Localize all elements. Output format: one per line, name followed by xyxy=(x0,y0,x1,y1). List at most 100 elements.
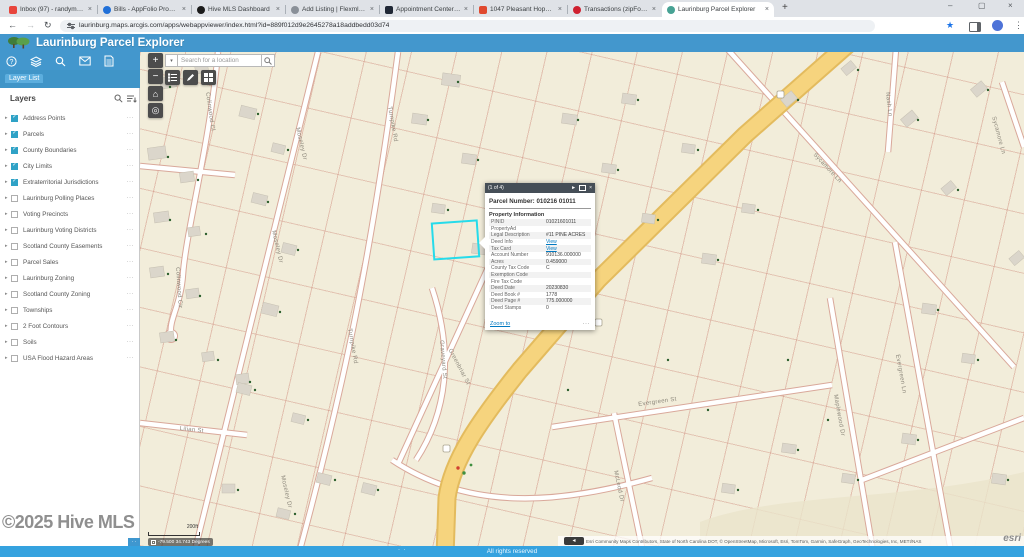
layers-icon[interactable] xyxy=(30,56,42,67)
reload-icon[interactable]: ↻ xyxy=(44,20,52,31)
browser-tab-flexmls[interactable]: Add Listing | Flexmls Web× xyxy=(286,2,379,17)
layer-row-contours[interactable]: ▸✓2 Foot Contours··· xyxy=(0,318,140,334)
forward-icon[interactable]: → xyxy=(26,20,35,30)
layer-row-voting-districts[interactable]: ▸✓Laurinburg Voting Districts··· xyxy=(0,222,140,238)
layer-row-flood-hazard[interactable]: ▸✓USA Flood Hazard Areas··· xyxy=(0,350,140,366)
window-close-button[interactable]: × xyxy=(1008,1,1013,10)
layer-checkbox[interactable]: ✓ xyxy=(11,307,18,314)
layer-row-parcel-sales[interactable]: ▸✓Parcel Sales··· xyxy=(0,254,140,270)
tab-close-icon[interactable]: × xyxy=(88,6,92,13)
popup-header[interactable]: (1 of 4) ► × xyxy=(485,183,595,193)
layer-menu-icon[interactable]: ··· xyxy=(127,163,135,169)
tab-close-icon[interactable]: × xyxy=(558,6,562,13)
layer-checkbox[interactable]: ✓ xyxy=(11,147,18,154)
layer-checkbox[interactable]: ✓ xyxy=(11,115,18,122)
layer-menu-icon[interactable]: ··· xyxy=(127,307,135,313)
zoom-out-button[interactable]: − xyxy=(148,69,163,84)
layer-checkbox[interactable]: ✓ xyxy=(11,323,18,330)
coordinate-readout[interactable]: -79.500 34.743 Degrees xyxy=(148,538,213,546)
layer-menu-icon[interactable]: ··· xyxy=(127,259,135,265)
layer-checkbox[interactable]: ✓ xyxy=(11,355,18,362)
new-tab-button[interactable]: + xyxy=(782,2,788,13)
window-maximize-button[interactable]: ▢ xyxy=(978,1,986,10)
browser-tab-appfolio[interactable]: Bills - AppFolio Property Man...× xyxy=(98,2,191,17)
bookmark-star-icon[interactable]: ★ xyxy=(946,20,954,31)
search-icon[interactable] xyxy=(55,56,66,67)
layer-checkbox[interactable]: ✓ xyxy=(11,179,18,186)
layer-checkbox[interactable]: ✓ xyxy=(11,291,18,298)
layer-menu-icon[interactable]: ··· xyxy=(127,195,135,201)
layer-row-address-points[interactable]: ▸✓Address Points··· xyxy=(0,110,140,126)
layer-menu-icon[interactable]: ··· xyxy=(127,339,135,345)
layer-checkbox[interactable]: ✓ xyxy=(11,259,18,266)
tab-close-icon[interactable]: × xyxy=(370,6,374,13)
layer-checkbox[interactable]: ✓ xyxy=(11,211,18,218)
address-bar[interactable]: laurinburg.maps.arcgis.com/apps/webappvi… xyxy=(60,20,875,32)
layer-checkbox[interactable]: ✓ xyxy=(11,227,18,234)
layer-menu-icon[interactable]: ··· xyxy=(127,227,135,233)
browser-tab-listing[interactable]: 1047 Pleasant Hope Rd, Fairm...× xyxy=(474,2,567,17)
layer-menu-icon[interactable]: ··· xyxy=(127,211,135,217)
browser-tab-appointment[interactable]: Appointment Center - Staff - S...× xyxy=(380,2,473,17)
deed-info-link[interactable]: View xyxy=(546,239,591,245)
layer-panel-tab[interactable]: Layer List xyxy=(5,74,43,83)
layer-menu-icon[interactable]: ··· xyxy=(127,243,135,249)
layer-checkbox[interactable]: ✓ xyxy=(11,275,18,282)
layer-checkbox[interactable]: ✓ xyxy=(11,163,18,170)
layer-checkbox[interactable]: ✓ xyxy=(11,195,18,202)
tab-close-icon[interactable]: × xyxy=(652,6,656,13)
browser-tab-hive[interactable]: Hive MLS Dashboard× xyxy=(192,2,285,17)
layer-row-county-zoning[interactable]: ▸✓Scotland County Zoning··· xyxy=(0,286,140,302)
browser-tab-zipform[interactable]: Transactions (zipForm Edition)× xyxy=(568,2,661,17)
report-icon[interactable] xyxy=(104,55,114,67)
layer-menu-icon[interactable]: ··· xyxy=(127,275,135,281)
layer-row-county-boundaries[interactable]: ▸✓County Boundaries··· xyxy=(0,142,140,158)
layer-row-easements[interactable]: ▸✓Scotland County Easements··· xyxy=(0,238,140,254)
layer-menu-icon[interactable]: ··· xyxy=(127,131,135,137)
layer-checkbox[interactable]: ✓ xyxy=(11,243,18,250)
overview-map-toggle[interactable]: ◂ xyxy=(564,537,584,545)
layer-row-city-limits[interactable]: ▸✓City Limits··· xyxy=(0,158,140,174)
layer-row-soils[interactable]: ▸✓Soils··· xyxy=(0,334,140,350)
zoom-in-button[interactable]: + xyxy=(148,53,163,68)
layer-row-parcels[interactable]: ▸✓Parcels··· xyxy=(0,126,140,142)
locate-button[interactable]: ◎ xyxy=(148,103,163,118)
home-button[interactable]: ⌂ xyxy=(148,86,163,101)
layer-options-icon[interactable] xyxy=(127,94,137,103)
zoom-to-link[interactable]: Zoom to xyxy=(490,321,510,327)
maximize-icon[interactable] xyxy=(579,185,586,191)
layer-row-townships[interactable]: ▸✓Townships··· xyxy=(0,302,140,318)
tab-close-icon[interactable]: × xyxy=(765,6,769,13)
layer-menu-icon[interactable]: ··· xyxy=(127,355,135,361)
side-panel-icon[interactable] xyxy=(969,22,981,32)
layer-search-icon[interactable] xyxy=(114,94,123,103)
layer-menu-icon[interactable]: ··· xyxy=(127,323,135,329)
browser-tab-gmail[interactable]: Inbox (97) - randymccally@g...× xyxy=(4,2,97,17)
browser-tab-laurinburg-active[interactable]: Laurinburg Parcel Explorer× xyxy=(662,2,774,17)
tax-card-link[interactable]: View xyxy=(546,246,591,252)
map-canvas[interactable]: Colinwood Cl Colinwood Cir Moseley Dr Mo… xyxy=(140,52,1024,546)
search-input[interactable] xyxy=(178,54,262,67)
layer-row-laurinburg-zoning[interactable]: ▸✓Laurinburg Zoning··· xyxy=(0,270,140,286)
layer-checkbox[interactable]: ✓ xyxy=(11,131,18,138)
layer-menu-icon[interactable]: ··· xyxy=(127,147,135,153)
site-settings-icon[interactable] xyxy=(67,22,75,30)
layer-menu-icon[interactable]: ··· xyxy=(127,291,135,297)
tab-close-icon[interactable]: × xyxy=(464,6,468,13)
layer-checkbox[interactable]: ✓ xyxy=(11,339,18,346)
layer-row-etj[interactable]: ▸✓Extraterritorial Jurisdictions··· xyxy=(0,174,140,190)
panel-resize-handle[interactable]: · · xyxy=(128,538,140,546)
tab-close-icon[interactable]: × xyxy=(276,6,280,13)
legend-button[interactable] xyxy=(165,70,180,85)
layer-menu-icon[interactable]: ··· xyxy=(127,179,135,185)
draw-button[interactable] xyxy=(183,70,198,85)
info-icon[interactable]: ? xyxy=(6,56,17,67)
browser-menu-icon[interactable]: ⋮ xyxy=(1014,20,1023,31)
basemap-button[interactable] xyxy=(201,70,216,85)
tab-close-icon[interactable]: × xyxy=(182,6,186,13)
window-minimize-button[interactable]: – xyxy=(948,1,952,10)
layer-row-voting-precincts[interactable]: ▸✓Voting Precincts··· xyxy=(0,206,140,222)
next-feature-icon[interactable]: ► xyxy=(571,185,576,191)
profile-avatar[interactable] xyxy=(992,20,1003,31)
share-icon[interactable] xyxy=(79,56,91,66)
